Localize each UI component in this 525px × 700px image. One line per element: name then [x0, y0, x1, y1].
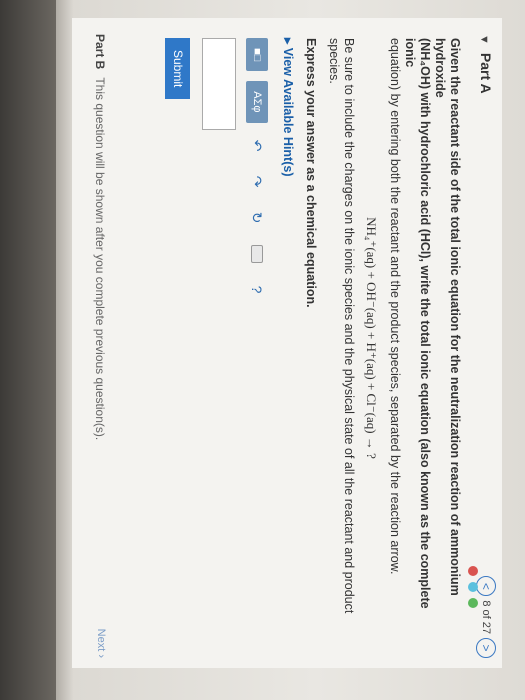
help-icon[interactable]: ?	[246, 277, 268, 303]
question-body: Given the reactant side of the total ion…	[165, 38, 462, 638]
redo-icon[interactable]: ↷	[246, 169, 268, 195]
view-hints-link[interactable]: ▸ View Available Hint(s)	[280, 38, 295, 638]
next-button[interactable]: Next ›	[95, 629, 107, 658]
answer-toolbar: ■□ AΣφ ↶ ↷ ↻ ?	[246, 38, 268, 638]
intro-chem: (NH₄OH) with hydrochloric acid (HCl), wr…	[403, 38, 432, 609]
red-dot-icon	[468, 566, 478, 576]
express-instruction: Express your answer as a chemical equati…	[304, 38, 318, 308]
assignment-panel: ▼Part A < 8 of 27 > Given the reactant s…	[72, 18, 502, 668]
green-dot-icon	[468, 598, 478, 608]
part-b-row: Part B This question will be shown after …	[93, 34, 107, 440]
part-b-message: This question will be shown after you co…	[93, 77, 107, 441]
charges-note: Be sure to include the charges on the io…	[327, 38, 356, 614]
question-intro: Given the reactant side of the total ion…	[387, 38, 462, 638]
undo-icon[interactable]: ↶	[246, 133, 268, 159]
part-b-label: Part B	[93, 34, 107, 70]
browser-dock	[460, 560, 520, 700]
blue-dot-icon	[468, 582, 478, 592]
answer-input[interactable]	[202, 38, 236, 130]
part-a-header[interactable]: ▼ Part A	[478, 34, 494, 94]
given-equation: NH₄⁺(aq) + OH⁻(aq) + H⁺(aq) + Cl⁻(aq) → …	[364, 217, 379, 459]
submit-button[interactable]: Submit	[165, 38, 190, 100]
template-button[interactable]: ■□	[246, 38, 268, 72]
reset-icon[interactable]: ↻	[246, 205, 268, 231]
collapse-caret-icon[interactable]: ▼	[478, 34, 490, 45]
photo-stage: ▼Part A < 8 of 27 > Given the reactant s…	[0, 0, 525, 700]
background-shadow	[0, 0, 56, 700]
greek-symbols-button[interactable]: AΣφ	[246, 81, 268, 123]
keyboard-icon[interactable]	[246, 241, 268, 267]
hints-label: View Available Hint(s)	[281, 47, 295, 177]
intro-tail: equation) by entering both the reactant …	[388, 38, 402, 575]
intro-bold: Given the reactant side of the total ion…	[433, 38, 462, 596]
part-a-label: Part A	[478, 52, 494, 94]
